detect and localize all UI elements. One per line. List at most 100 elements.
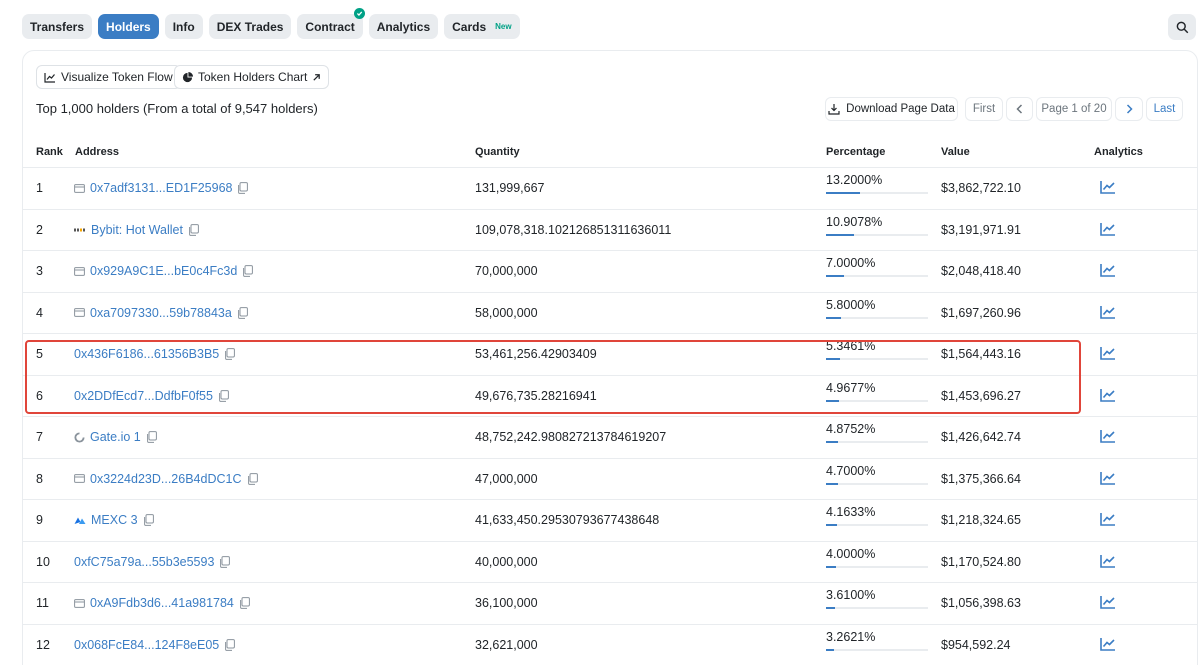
quantity-cell: 36,100,000 — [475, 596, 538, 610]
last-page-button[interactable]: Last — [1146, 97, 1183, 121]
table-row: 8 0x3224d23D...26B4dDC1C 47,000,000 4.70… — [23, 459, 1197, 500]
contract-icon — [74, 598, 85, 608]
analytics-chart-icon[interactable] — [1100, 305, 1116, 322]
analytics-chart-icon[interactable] — [1100, 222, 1116, 239]
analytics-chart-icon[interactable] — [1100, 263, 1116, 280]
chevron-right-icon — [1126, 104, 1133, 114]
download-icon — [828, 104, 840, 115]
header-value: Value — [941, 146, 970, 158]
analytics-chart-icon[interactable] — [1100, 554, 1116, 571]
percentage-bar-fill — [826, 648, 835, 651]
percentage-bar-fill — [826, 275, 844, 277]
percentage-bar-fill — [826, 399, 839, 402]
percentage-cell: 13.2000% — [826, 173, 883, 187]
address-link[interactable]: 0xA9Fdb3d6...41a981784 — [90, 596, 234, 610]
address-link[interactable]: 0x436F6186...61356B3B5 — [74, 347, 219, 361]
rank-cell: 11 — [36, 596, 49, 610]
analytics-chart-icon[interactable] — [1100, 180, 1116, 197]
address-cell: 0x3224d23D...26B4dDC1C — [74, 472, 258, 486]
address-link[interactable]: 0xa7097330...59b78843a — [90, 306, 232, 320]
rank-cell: 8 — [36, 471, 43, 486]
value-cell: $1,453,696.27 — [941, 388, 1021, 403]
copy-icon[interactable] — [247, 472, 258, 485]
percentage-bar — [826, 565, 928, 568]
percentage-bar — [826, 648, 928, 651]
table-row: 12 0x068FcE84...124F8eE05 32,621,000 3.2… — [23, 625, 1197, 665]
token-holders-chart-button[interactable]: Token Holders Chart — [174, 65, 330, 89]
quantity-cell: 32,621,000 — [475, 637, 538, 652]
rank-cell: 4 — [36, 305, 43, 320]
tab-info[interactable]: Info — [164, 14, 203, 39]
tab-holders[interactable]: Holders — [98, 14, 159, 39]
analytics-chart-icon[interactable] — [1100, 346, 1116, 363]
copy-icon[interactable] — [237, 306, 248, 319]
table-row: 5 0x436F6186...61356B3B5 53,461,256.4290… — [23, 334, 1197, 376]
holders-summary: Top 1,000 holders (From a total of 9,547… — [36, 101, 318, 116]
contract-icon — [74, 308, 85, 317]
value-cell: $1,218,324.65 — [941, 513, 1021, 527]
copy-icon[interactable] — [219, 555, 231, 568]
next-page-button[interactable] — [1115, 97, 1143, 121]
quantity-cell: 109,078,318.102126851311636011 — [475, 222, 672, 237]
quantity-cell: 70,000,000 — [475, 264, 538, 278]
value-cell: $3,862,722.10 — [941, 181, 1021, 195]
address-cell: 0xa7097330...59b78843a — [74, 306, 248, 320]
address-link[interactable]: 0x929A9C1E...bE0c4Fc3d — [90, 264, 237, 278]
analytics-chart-icon[interactable] — [1100, 388, 1116, 405]
quantity-cell: 49,676,735.28216941 — [475, 388, 597, 403]
address-link[interactable]: 0xfC75a79a...55b3e5593 — [74, 555, 214, 569]
value-cell: $1,170,524.80 — [941, 554, 1021, 569]
value-cell: $3,191,971.91 — [941, 222, 1021, 237]
address-link[interactable]: 0x068FcE84...124F8eE05 — [74, 638, 219, 652]
copy-icon[interactable] — [224, 638, 236, 651]
visualize-token-flow-button[interactable]: Visualize Token Flow — [36, 65, 181, 89]
address-link[interactable]: 0x2DDfEcd7...DdfbF0f55 — [74, 389, 213, 403]
address-link[interactable]: 0x3224d23D...26B4dDC1C — [90, 472, 242, 486]
analytics-chart-icon[interactable] — [1100, 595, 1116, 612]
quantity-cell: 47,000,000 — [475, 471, 538, 486]
rank-cell: 6 — [36, 388, 43, 403]
percentage-bar — [826, 316, 928, 319]
tab-contract[interactable]: Contract — [297, 8, 365, 39]
tab-cards[interactable]: Cards New — [444, 14, 520, 39]
copy-icon[interactable] — [224, 348, 236, 360]
table-row: 11 0xA9Fdb3d6...41a981784 36,100,000 3.6… — [23, 583, 1197, 625]
percentage-cell: 5.3461% — [826, 339, 876, 353]
tab-transfers[interactable]: Transfers — [22, 14, 93, 39]
copy-icon[interactable] — [143, 514, 154, 526]
analytics-chart-icon[interactable] — [1100, 471, 1116, 488]
tab-analytics[interactable]: Analytics — [368, 14, 439, 39]
first-page-button[interactable]: First — [965, 97, 1003, 121]
percentage-bar — [826, 607, 928, 609]
copy-icon[interactable] — [146, 431, 157, 443]
rank-cell: 7 — [36, 430, 43, 444]
table-header: Rank Address Quantity Percentage Value A… — [23, 135, 1197, 168]
percentage-bar-fill — [826, 233, 854, 236]
address-link[interactable]: Bybit: Hot Wallet — [91, 223, 183, 237]
tab-dex-trades[interactable]: DEX Trades — [208, 14, 292, 39]
address-link[interactable]: 0x7adf3131...ED1F25968 — [90, 181, 232, 195]
percentage-bar — [826, 358, 928, 360]
address-cell: Gate.io 1 — [74, 430, 157, 444]
line-chart-icon — [44, 72, 55, 83]
header-percentage: Percentage — [826, 146, 886, 158]
copy-icon[interactable] — [242, 265, 254, 277]
contract-icon — [74, 266, 85, 276]
visualize-label: Visualize Token Flow — [61, 70, 173, 84]
table-row: 7 Gate.io 1 48,752,242.98082721378461920… — [23, 417, 1197, 459]
download-page-data-button[interactable]: Download Page Data — [825, 97, 958, 121]
copy-icon[interactable] — [237, 182, 249, 194]
search-button[interactable] — [1168, 14, 1196, 40]
analytics-chart-icon[interactable] — [1100, 512, 1116, 529]
external-link-icon — [313, 73, 321, 81]
address-link[interactable]: Gate.io 1 — [90, 430, 141, 444]
new-badge: New — [495, 22, 512, 31]
mexc-logo-icon — [74, 516, 86, 525]
analytics-chart-icon[interactable] — [1100, 429, 1116, 446]
copy-icon[interactable] — [239, 597, 250, 609]
address-link[interactable]: MEXC 3 — [91, 513, 138, 527]
copy-icon[interactable] — [188, 223, 199, 236]
copy-icon[interactable] — [218, 389, 229, 402]
prev-page-button[interactable] — [1006, 97, 1033, 121]
analytics-chart-icon[interactable] — [1100, 637, 1116, 654]
